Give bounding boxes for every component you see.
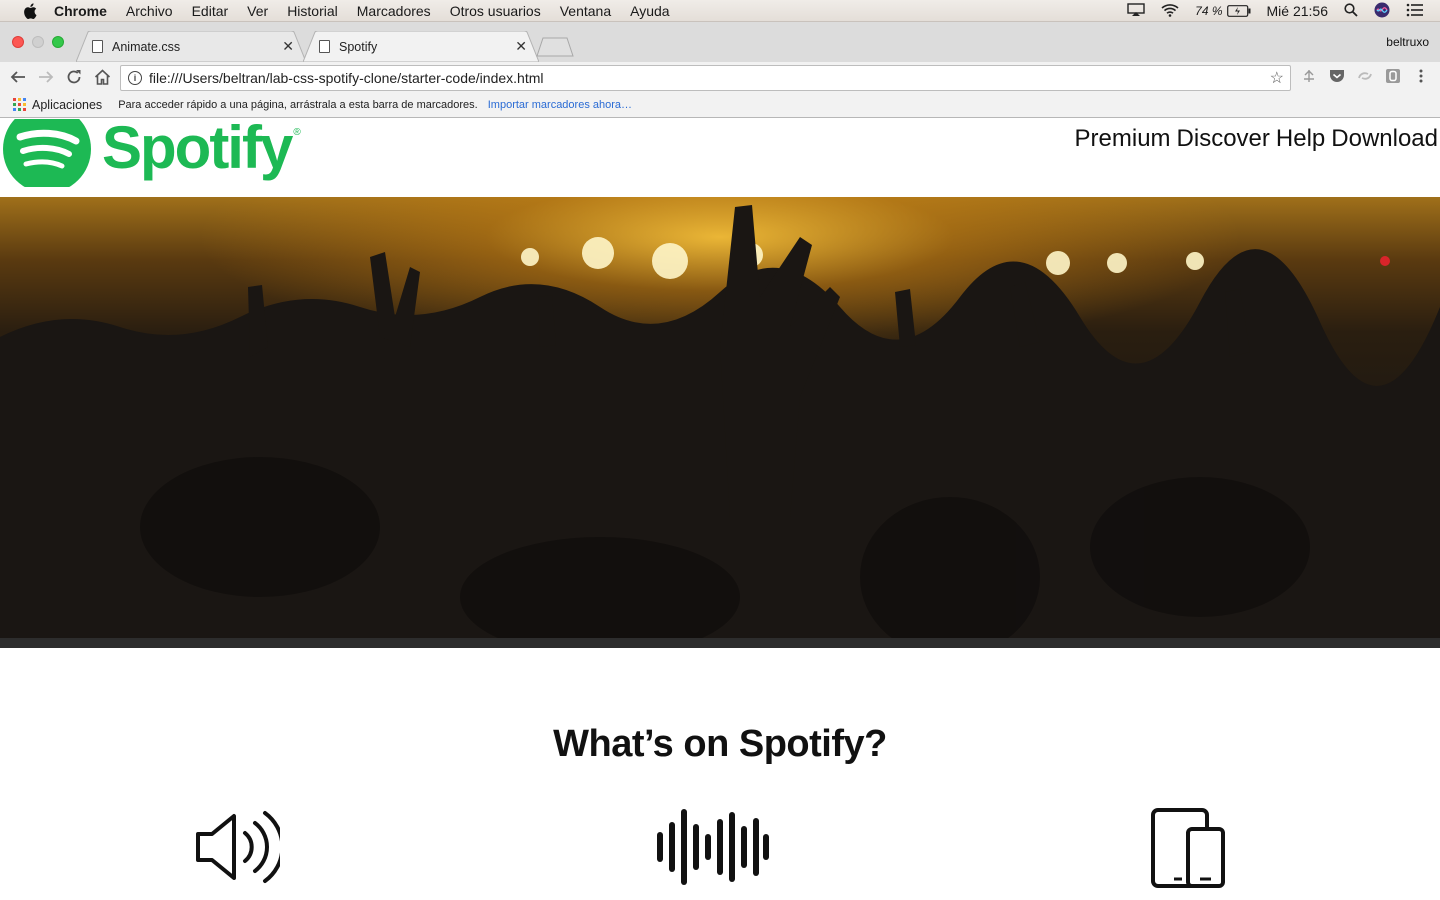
menu-archivo[interactable]: Archivo <box>126 3 173 19</box>
menu-marcadores[interactable]: Marcadores <box>357 3 431 19</box>
spotify-circle-icon <box>3 119 91 187</box>
tab-label: Animate.css <box>112 39 181 54</box>
page-icon <box>319 40 330 53</box>
pocket-icon[interactable] <box>1328 67 1346 85</box>
menu-ayuda[interactable]: Ayuda <box>630 3 669 19</box>
apple-icon[interactable] <box>20 2 40 19</box>
spotify-logo[interactable]: Spotify ® <box>2 119 301 187</box>
chrome-menu-icon[interactable] <box>1412 67 1430 85</box>
battery-percent: 74 % <box>1195 4 1223 18</box>
tab-shape <box>76 31 306 62</box>
nav-discover[interactable]: Discover <box>1177 125 1270 153</box>
window-controls <box>12 36 64 48</box>
profile-name[interactable]: beltruxo <box>1386 35 1429 49</box>
forward-icon[interactable] <box>35 66 57 88</box>
close-window-button[interactable] <box>12 36 24 48</box>
battery-status[interactable]: 74 % <box>1195 4 1251 18</box>
close-tab-icon[interactable]: ✕ <box>515 38 527 55</box>
apps-grid-icon <box>13 98 26 111</box>
logo-registered-mark: ® <box>293 127 301 138</box>
close-tab-icon[interactable]: ✕ <box>282 38 294 55</box>
battery-icon <box>1226 5 1251 17</box>
logo-wordmark: Spotify <box>102 119 293 181</box>
home-icon[interactable] <box>91 66 113 88</box>
macos-menubar: Chrome Archivo Editar Ver Historial Marc… <box>0 0 1440 22</box>
airplay-icon[interactable] <box>1127 2 1145 20</box>
extension-badge-icon[interactable] <box>1384 67 1402 85</box>
reload-icon[interactable] <box>63 66 85 88</box>
minimize-window-button[interactable] <box>32 36 44 48</box>
nav-help[interactable]: Help <box>1276 125 1325 153</box>
top-nav: Premium Discover Help Download <box>1075 125 1438 153</box>
menu-otros-usuarios[interactable]: Otros usuarios <box>450 3 541 19</box>
menu-editar[interactable]: Editar <box>192 3 229 19</box>
menu-ver[interactable]: Ver <box>247 3 268 19</box>
extension-tree-icon[interactable] <box>1300 67 1318 85</box>
clock[interactable]: Mié 21:56 <box>1267 3 1328 19</box>
address-bar[interactable]: i file:///Users/beltran/lab-css-spotify-… <box>120 65 1291 91</box>
site-info-icon[interactable]: i <box>128 71 142 85</box>
concert-crowd-image <box>0 205 1440 648</box>
web-page: Spotify ® Premium Discover Help Download <box>0 119 1440 900</box>
tab-label: Spotify <box>339 39 378 54</box>
notification-center-icon[interactable] <box>1406 3 1424 20</box>
nav-download[interactable]: Download <box>1331 125 1438 153</box>
speaker-icon <box>196 811 280 883</box>
nav-premium[interactable]: Premium <box>1075 125 1171 153</box>
app-menu[interactable]: Chrome <box>54 3 107 19</box>
chrome-tab-strip: Animate.css ✕ Spotify ✕ beltruxo <box>0 22 1440 62</box>
bookmark-star-icon[interactable]: ☆ <box>1270 68 1284 88</box>
soundwave-icon <box>657 809 769 885</box>
zoom-window-button[interactable] <box>52 36 64 48</box>
extension-refresh-icon[interactable] <box>1356 67 1374 85</box>
bookmarks-bar: Aplicaciones Para acceder rápido a una p… <box>0 92 1440 118</box>
wifi-icon[interactable] <box>1161 3 1179 20</box>
status-area: 74 % Mié 21:56 <box>1127 0 1440 22</box>
new-tab-button[interactable] <box>536 37 574 57</box>
chrome-toolbar: i file:///Users/beltran/lab-css-spotify-… <box>0 62 1440 92</box>
tab-animate-css[interactable]: Animate.css ✕ <box>76 31 306 62</box>
apps-shortcut[interactable]: Aplicaciones <box>32 98 102 112</box>
spotlight-icon[interactable] <box>1344 2 1358 20</box>
hero-image <box>0 197 1440 648</box>
siri-icon[interactable] <box>1374 2 1390 21</box>
bookmarks-hint: Para acceder rápido a una página, arrást… <box>118 98 478 111</box>
import-bookmarks-link[interactable]: Importar marcadores ahora… <box>488 99 632 111</box>
section-heading: What’s on Spotify? <box>553 723 887 765</box>
back-icon[interactable] <box>7 66 29 88</box>
address-url[interactable]: file:///Users/beltran/lab-css-spotify-cl… <box>149 70 543 86</box>
page-icon <box>92 40 103 53</box>
tab-spotify[interactable]: Spotify ✕ <box>303 31 539 62</box>
menu-historial[interactable]: Historial <box>287 3 338 19</box>
hero-bottom-strip <box>0 638 1440 648</box>
devices-icon <box>1151 808 1225 888</box>
menu-ventana[interactable]: Ventana <box>560 3 611 19</box>
